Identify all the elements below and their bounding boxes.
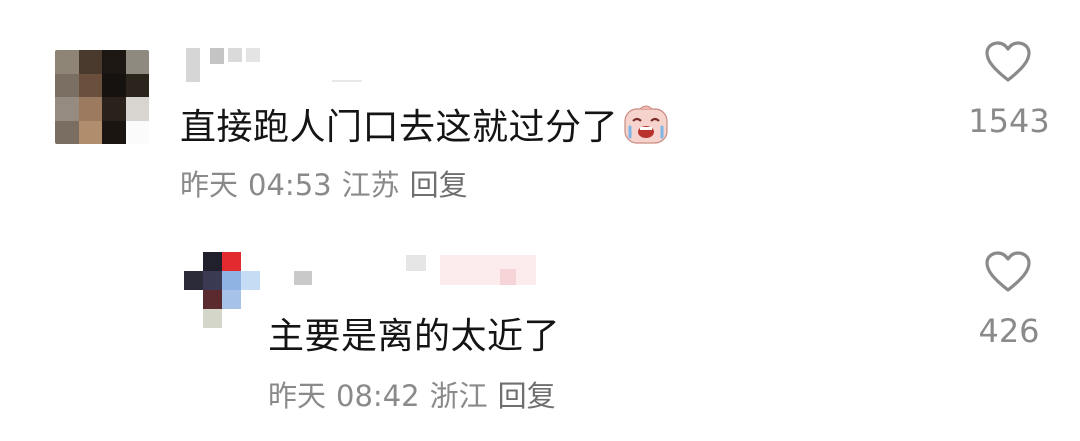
reply-button[interactable]: 回复	[410, 168, 468, 202]
crying-face-emoji	[624, 105, 668, 145]
comment-text-content: 直接跑人门口去这就过分了	[180, 107, 619, 148]
avatar[interactable]	[55, 50, 149, 144]
comment-text: 直接跑人门口去这就过分了	[180, 98, 668, 150]
avatar[interactable]	[184, 252, 260, 328]
comment-time: 04:53	[248, 168, 332, 202]
comment-location: 江苏	[341, 168, 400, 202]
like-count: 426	[978, 312, 1040, 350]
comment-meta: 昨天 08:42 浙江 回复	[268, 373, 566, 415]
comment-text: 主要是离的太近了	[268, 316, 561, 357]
like-count: 1543	[968, 102, 1050, 140]
comment-meta: 昨天 04:53 江苏 回复	[180, 162, 478, 204]
heart-outline-icon[interactable]	[984, 250, 1032, 294]
time-label: 昨天	[180, 168, 239, 202]
comment-time: 08:42	[336, 379, 420, 413]
reply-button[interactable]: 回复	[498, 379, 556, 413]
comment-location: 浙江	[429, 379, 488, 413]
heart-outline-icon[interactable]	[984, 40, 1032, 84]
username-blurred[interactable]	[182, 48, 372, 82]
time-label: 昨天	[268, 379, 327, 413]
username-blurred[interactable]	[294, 255, 544, 285]
